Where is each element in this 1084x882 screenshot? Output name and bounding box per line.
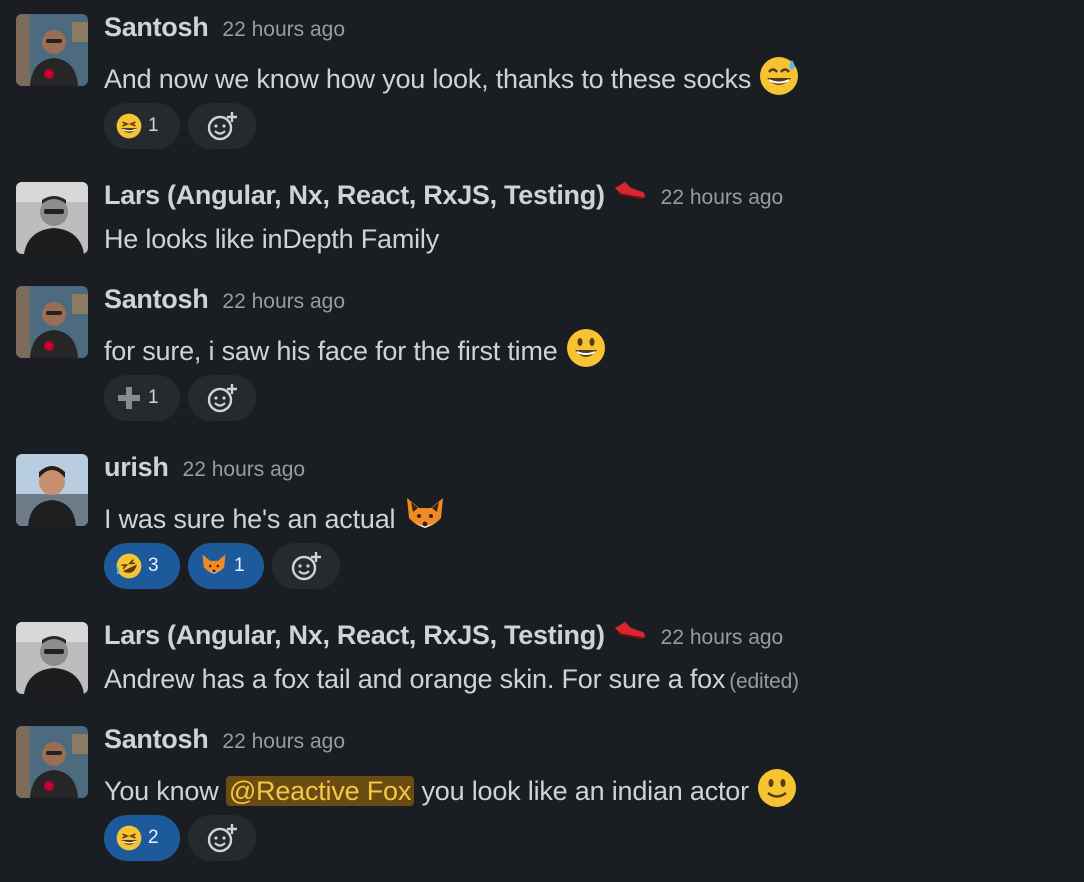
reactions-bar: 1: [104, 103, 256, 149]
reaction-count: 1: [148, 115, 159, 136]
reactions-bar: 1: [104, 375, 256, 421]
sweat-smile-icon: [759, 56, 799, 103]
add-reaction-button[interactable]: [188, 103, 256, 149]
message-text: Andrew has a fox tail and orange skin. F…: [104, 664, 799, 695]
reaction-rofl[interactable]: 3: [104, 543, 180, 589]
avatar-photo: [16, 454, 88, 526]
author-name[interactable]: Santosh: [104, 724, 209, 754]
reactions-bar: 3 1: [104, 543, 340, 589]
timestamp[interactable]: 22 hours ago: [222, 290, 345, 313]
message-body: I was sure he's an actual: [104, 504, 396, 534]
message-header: Santosh 22 hours ago: [104, 12, 345, 43]
add-reaction-button[interactable]: [188, 815, 256, 861]
reaction-count: 1: [148, 387, 159, 408]
message-body: for sure, i saw his face for the first t…: [104, 336, 558, 366]
message-text: I was sure he's an actual: [104, 496, 447, 543]
message-header: Santosh 22 hours ago: [104, 284, 345, 315]
message-header: Lars (Angular, Nx, React, RxJS, Testing)…: [104, 180, 783, 211]
avatar-photo: [16, 182, 88, 254]
message-header: Lars (Angular, Nx, React, RxJS, Testing)…: [104, 620, 783, 651]
avatar-photo: [16, 14, 88, 86]
avatar-photo: [16, 726, 88, 798]
author-name[interactable]: urish: [104, 452, 169, 482]
add-reaction-icon: [207, 384, 237, 413]
avatar-photo: [16, 622, 88, 694]
avatar-lars[interactable]: [16, 182, 88, 254]
reaction-grinning-squint[interactable]: 2: [104, 815, 180, 861]
message-header: urish 22 hours ago: [104, 452, 305, 483]
timestamp[interactable]: 22 hours ago: [222, 18, 345, 41]
reaction-count: 2: [148, 827, 159, 848]
red-shoe-icon: [613, 620, 647, 647]
reaction-fox[interactable]: 1: [188, 543, 264, 589]
add-reaction-icon: [207, 112, 237, 141]
plus-icon: [118, 387, 140, 409]
timestamp[interactable]: 22 hours ago: [222, 730, 345, 753]
avatar-santosh[interactable]: [16, 14, 88, 86]
avatar-photo: [16, 286, 88, 358]
smiley-icon: [566, 328, 606, 375]
user-mention[interactable]: @Reactive Fox: [225, 776, 415, 806]
timestamp[interactable]: 22 hours ago: [183, 458, 306, 481]
edited-label: (edited): [729, 670, 799, 693]
message-text: for sure, i saw his face for the first t…: [104, 328, 606, 375]
timestamp[interactable]: 22 hours ago: [661, 186, 784, 209]
add-reaction-button[interactable]: [188, 375, 256, 421]
add-reaction-button[interactable]: [272, 543, 340, 589]
red-shoe-icon: [613, 180, 647, 207]
reaction-plus[interactable]: 1: [104, 375, 180, 421]
fox-icon: [403, 496, 447, 543]
message-body: And now we know how you look, thanks to …: [104, 64, 752, 94]
author-name[interactable]: Santosh: [104, 284, 209, 314]
add-reaction-icon: [291, 552, 321, 581]
reaction-grinning-squint[interactable]: 1: [104, 103, 180, 149]
message-text: And now we know how you look, thanks to …: [104, 56, 799, 103]
message-body: He looks like inDepth Family: [104, 224, 440, 254]
author-name[interactable]: Lars (Angular, Nx, React, RxJS, Testing): [104, 620, 605, 650]
author-name[interactable]: Lars (Angular, Nx, React, RxJS, Testing): [104, 180, 605, 210]
timestamp[interactable]: 22 hours ago: [661, 626, 784, 649]
rofl-icon: [116, 553, 142, 579]
message-text: He looks like inDepth Family: [104, 224, 439, 255]
message-body-end: you look like an indian actor: [421, 776, 750, 806]
grinning-squint-icon: [116, 113, 142, 139]
add-reaction-icon: [207, 824, 237, 853]
message-header: Santosh 22 hours ago: [104, 724, 345, 755]
author-name[interactable]: Santosh: [104, 12, 209, 42]
grinning-squint-icon: [116, 825, 142, 851]
avatar-santosh[interactable]: [16, 286, 88, 358]
avatar-urish[interactable]: [16, 454, 88, 526]
message-text: You know @Reactive Fox you look like an …: [104, 768, 797, 815]
reaction-count: 3: [148, 555, 159, 576]
avatar-santosh[interactable]: [16, 726, 88, 798]
message-body-start: You know: [104, 776, 219, 806]
slight-smile-icon: [757, 768, 797, 815]
fox-icon: [202, 554, 226, 574]
message-body: Andrew has a fox tail and orange skin. F…: [104, 664, 726, 694]
reaction-count: 1: [234, 555, 245, 576]
reactions-bar: 2: [104, 815, 256, 861]
avatar-lars[interactable]: [16, 622, 88, 694]
